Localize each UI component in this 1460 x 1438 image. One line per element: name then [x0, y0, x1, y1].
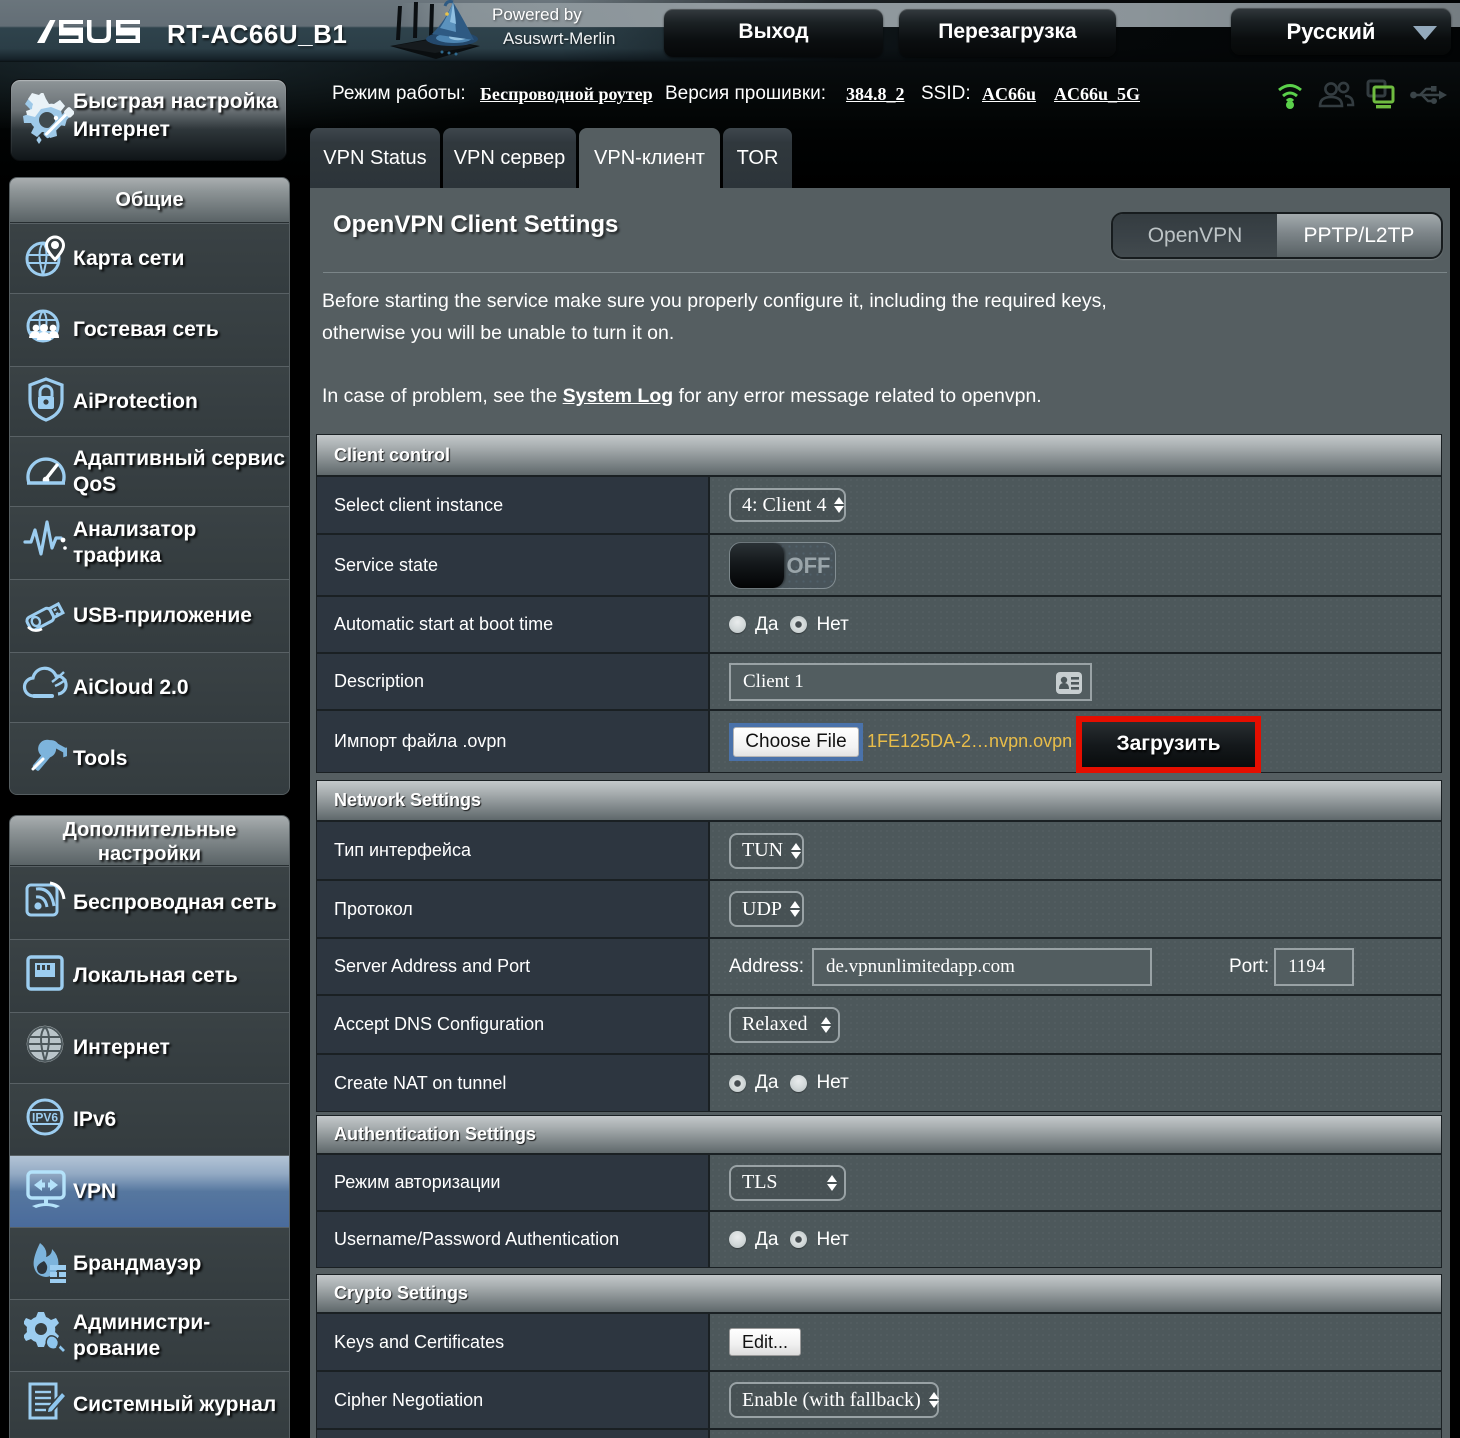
svg-text:IPV6: IPV6	[32, 1110, 58, 1124]
